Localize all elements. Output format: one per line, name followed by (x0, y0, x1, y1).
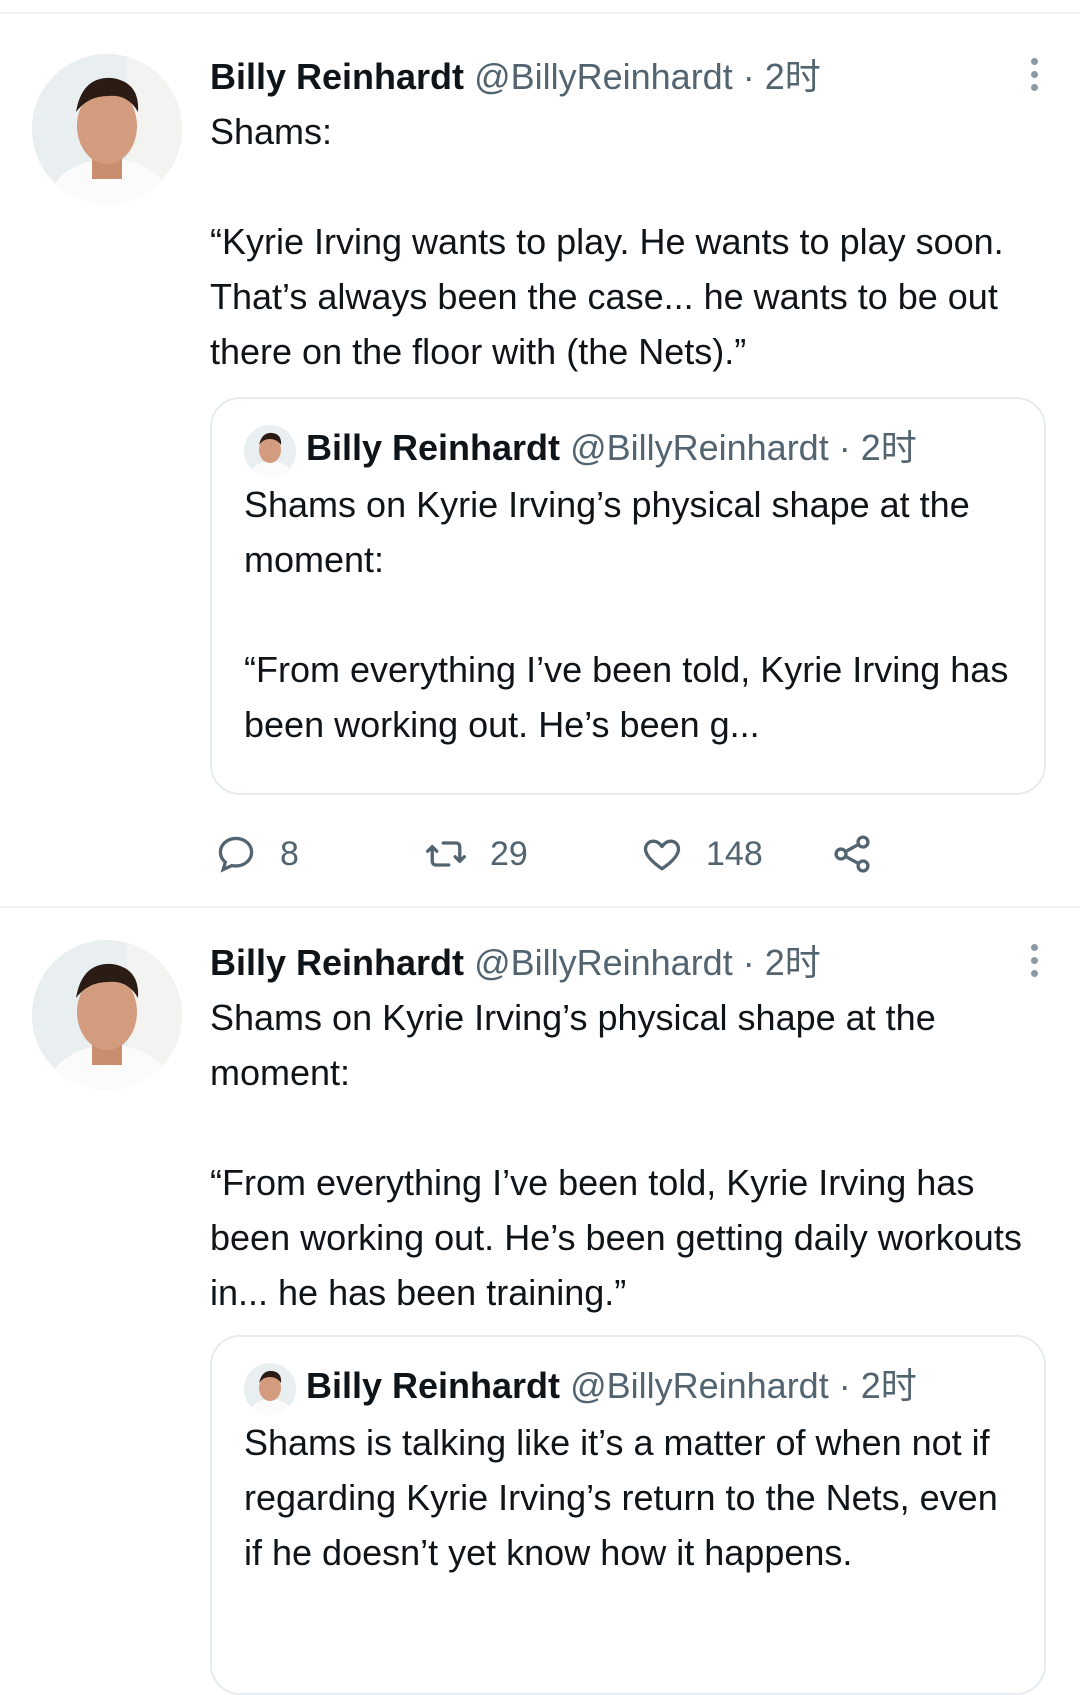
share-button[interactable] (830, 826, 896, 882)
quoted-tweet[interactable]: Billy Reinhardt @BillyReinhardt · 2时 Sha… (210, 1335, 1046, 1695)
quote-timestamp: 2时 (860, 427, 917, 468)
separator-dot: · (742, 56, 755, 97)
like-count: 148 (706, 834, 763, 873)
author-handle[interactable]: @BillyReinhardt (474, 942, 733, 983)
avatar[interactable] (32, 940, 182, 1090)
tweet-actions: 8 29 148 (210, 826, 910, 882)
more-vertical-icon[interactable] (1022, 54, 1046, 94)
quote-separator-dot: · (838, 1365, 851, 1406)
tweet-header: Billy Reinhardt @BillyReinhardt · 2时 (210, 940, 1046, 986)
heart-icon (643, 839, 681, 871)
share-icon (834, 835, 870, 873)
tweet-text: Shams: “Kyrie Irving wants to play. He w… (210, 111, 1004, 372)
timestamp[interactable]: 2时 (765, 56, 821, 97)
quote-author-name: Billy Reinhardt (306, 427, 561, 468)
tweet-header: Billy Reinhardt @BillyReinhardt · 2时 (210, 54, 1046, 100)
quote-author-name: Billy Reinhardt (306, 1365, 561, 1406)
quote-avatar (244, 1363, 296, 1415)
reply-button[interactable]: 8 (214, 826, 299, 882)
author-handle[interactable]: @BillyReinhardt (474, 56, 733, 97)
reply-icon (218, 836, 254, 873)
avatar-photo (32, 54, 182, 204)
avatar[interactable] (32, 54, 182, 204)
author-name[interactable]: Billy Reinhardt (210, 942, 464, 983)
like-button[interactable]: 148 (640, 826, 763, 882)
quote-author-handle: @BillyReinhardt (570, 1365, 829, 1406)
reply-count: 8 (280, 834, 299, 873)
quoted-tweet[interactable]: Billy Reinhardt @BillyReinhardt · 2时 Sha… (210, 397, 1046, 795)
quote-separator-dot: · (838, 427, 851, 468)
tweet-2[interactable]: Billy Reinhardt @BillyReinhardt · 2时 Sha… (0, 908, 1080, 1695)
quote-text: Shams is talking like it’s a matter of w… (244, 1422, 1008, 1573)
retweet-icon (426, 841, 466, 867)
tweet-1[interactable]: Billy Reinhardt @BillyReinhardt · 2时 Sha… (0, 0, 1080, 906)
separator-dot: · (742, 942, 755, 983)
quote-author-handle: @BillyReinhardt (570, 427, 829, 468)
quote-avatar (244, 425, 296, 477)
more-vertical-icon[interactable] (1022, 940, 1046, 980)
author-name[interactable]: Billy Reinhardt (210, 56, 464, 97)
quote-header: Billy Reinhardt @BillyReinhardt · 2时 (244, 1363, 1014, 1415)
retweet-button[interactable]: 29 (424, 826, 528, 882)
quote-text: Shams on Kyrie Irving’s physical shape a… (244, 484, 1009, 745)
quote-timestamp: 2时 (860, 1365, 917, 1406)
timestamp[interactable]: 2时 (765, 942, 821, 983)
quote-header: Billy Reinhardt @BillyReinhardt · 2时 (244, 425, 1014, 477)
tweet-text: Shams on Kyrie Irving’s physical shape a… (210, 997, 1022, 1313)
retweet-count: 29 (490, 834, 528, 873)
avatar-photo (32, 940, 182, 1090)
